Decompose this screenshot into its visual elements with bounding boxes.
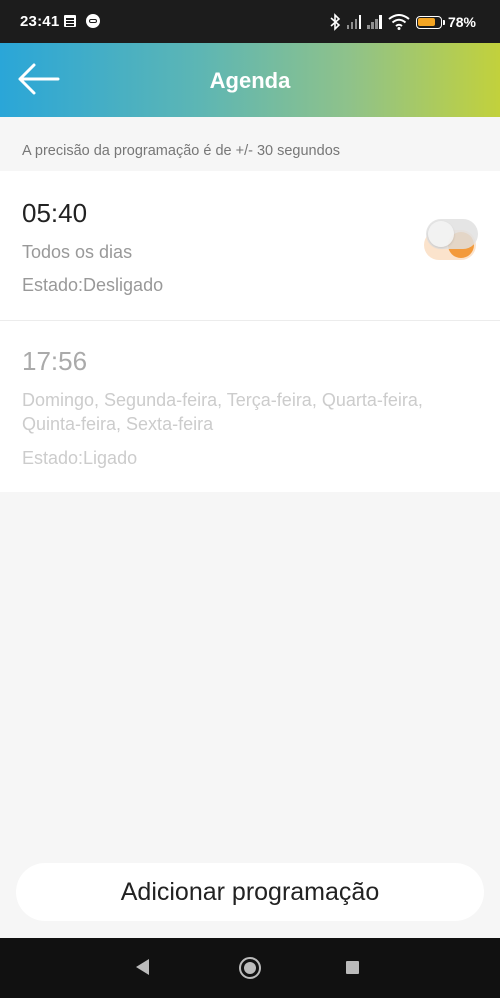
bluetooth-icon xyxy=(330,13,341,31)
document-icon xyxy=(64,15,76,27)
schedule-time: 17:56 xyxy=(22,346,88,376)
schedule-state: Estado:Desligado xyxy=(22,275,164,295)
schedule-days: Todos os dias xyxy=(22,242,133,262)
schedule-toggle[interactable] xyxy=(426,219,478,249)
signal-icon xyxy=(367,15,382,29)
system-nav-bar xyxy=(0,938,500,998)
schedule-days: Domingo, Segunda-feira, Terça-feira, Qua… xyxy=(22,390,423,434)
toggle-knob xyxy=(428,221,454,247)
app-header: Agenda xyxy=(0,43,500,117)
ring-icon xyxy=(86,14,100,28)
nav-back-icon[interactable] xyxy=(136,959,149,975)
wifi-icon xyxy=(388,14,410,30)
status-icons: 78% xyxy=(329,12,476,32)
precision-notice: A precisão da programação é de +/- 30 se… xyxy=(22,143,341,159)
nav-home-icon[interactable] xyxy=(239,957,261,979)
schedule-state: Estado:Ligado xyxy=(22,448,138,468)
schedule-item[interactable]: 17:56 Domingo, Segunda-feira, Terça-feir… xyxy=(0,321,500,492)
schedule-list: 05:40 Todos os dias Estado:Desligado 17:… xyxy=(0,171,500,492)
schedule-time: 05:40 xyxy=(22,198,88,228)
battery-icon xyxy=(415,15,445,29)
signal-icon xyxy=(346,15,362,29)
add-schedule-button[interactable]: Adicionar programação xyxy=(16,863,484,921)
status-time: 23:41 xyxy=(20,13,60,30)
schedule-item[interactable]: 05:40 Todos os dias Estado:Desligado xyxy=(0,171,500,321)
battery-percent: 78% xyxy=(447,14,476,30)
page-title: Agenda xyxy=(209,68,291,93)
nav-recents-icon[interactable] xyxy=(346,961,359,974)
screen: 23:41 78% Agenda A precisão da programaç… xyxy=(0,0,500,998)
status-bar: 23:41 78% xyxy=(0,0,500,43)
